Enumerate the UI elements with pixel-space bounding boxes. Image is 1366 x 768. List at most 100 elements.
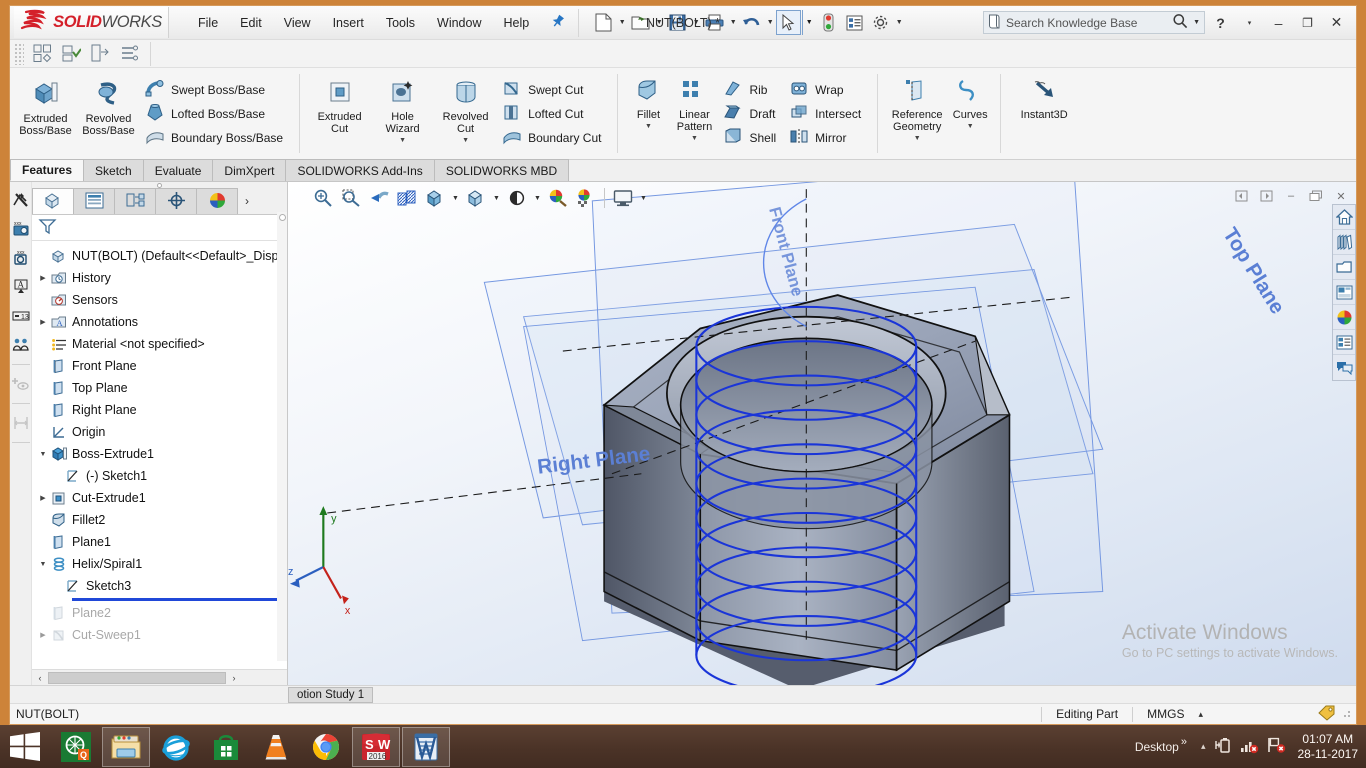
status-units-caret[interactable]: ▴ <box>1198 709 1203 720</box>
fillet-caret[interactable]: ▼ <box>645 123 652 130</box>
intersect-item[interactable]: Intersect <box>786 102 867 126</box>
taskbar-quickheal-icon[interactable]: Q <box>52 727 100 767</box>
revolved-cut-button[interactable]: Revolved Cut ▼ <box>434 70 497 157</box>
feature-filter-bar[interactable] <box>32 215 287 241</box>
file-explorer-icon[interactable] <box>1333 255 1355 280</box>
minimize-button[interactable]: – <box>1265 10 1292 36</box>
more-tabs-chevron-icon[interactable]: › <box>237 188 257 214</box>
minimize-view-button[interactable]: – <box>1280 186 1302 206</box>
print-caret[interactable]: ▼ <box>728 10 738 35</box>
menu-tools[interactable]: Tools <box>375 12 426 34</box>
view-settings-button[interactable] <box>610 185 636 211</box>
extruded-boss-base-button[interactable]: Extruded Boss/Base <box>14 70 77 157</box>
edit-appearance-button[interactable] <box>545 185 571 211</box>
lofted-boss-base-item[interactable]: Lofted Boss/Base <box>142 102 289 126</box>
reference-geometry-button[interactable]: Reference Geometry ▼ <box>886 70 948 157</box>
display-style-caret[interactable]: ▼ <box>491 185 502 211</box>
tree-item-cut-sweep1[interactable]: ▶ Cut-Sweep1 <box>32 624 287 646</box>
rollback-bar[interactable] <box>72 598 277 601</box>
save-button[interactable] <box>665 10 690 35</box>
view-orientation-button[interactable] <box>422 185 448 211</box>
section-view-button[interactable] <box>394 185 420 211</box>
list-settings-icon[interactable] <box>118 43 140 65</box>
print-button[interactable] <box>702 10 727 35</box>
search-knowledge-base-box[interactable]: Search Knowledge Base ▼ <box>983 11 1205 34</box>
new-document-caret[interactable]: ▼ <box>617 10 627 35</box>
tree-item-material[interactable]: Material <not specified> <box>32 333 287 355</box>
taskbar-clock[interactable]: 01:07 AM 28-11-2017 <box>1294 732 1359 762</box>
zoom-to-fit-button[interactable] <box>310 185 336 211</box>
options-list-button[interactable] <box>842 10 867 35</box>
tab-sketch[interactable]: Sketch <box>83 159 144 181</box>
boundary-boss-base-item[interactable]: Boundary Boss/Base <box>142 126 289 150</box>
settings-caret[interactable]: ▼ <box>894 10 904 35</box>
restore-view-button[interactable] <box>1305 186 1327 206</box>
property-manager-tab[interactable] <box>73 188 115 214</box>
boundary-cut-item[interactable]: Boundary Cut <box>499 126 607 150</box>
tree-item-sketch3[interactable]: Sketch3 <box>32 575 287 597</box>
swept-cut-item[interactable]: Swept Cut <box>499 78 607 102</box>
flag-error-icon[interactable] <box>1267 736 1286 757</box>
taskbar-windows-store-icon[interactable] <box>202 727 250 767</box>
shell-item[interactable]: Shell <box>720 126 782 150</box>
tree-item-front-plane[interactable]: Front Plane <box>32 355 287 377</box>
tree-item-sensors[interactable]: Sensors <box>32 289 287 311</box>
curves-caret[interactable]: ▼ <box>967 123 974 130</box>
view-palette-icon[interactable] <box>1333 280 1355 305</box>
dimension-icon[interactable] <box>11 413 31 433</box>
restore-right-button[interactable] <box>1255 186 1277 206</box>
hide-show-items-button[interactable] <box>504 185 530 211</box>
extruded-cut-button[interactable]: Extruded Cut <box>308 70 371 157</box>
swept-boss-base-item[interactable]: Swept Boss/Base <box>142 78 289 102</box>
open-document-button[interactable] <box>628 10 653 35</box>
sketch-suppress-icon[interactable] <box>11 190 31 210</box>
hscroll-left-arrow[interactable]: ‹ <box>32 671 48 685</box>
fillet-button[interactable]: Fillet ▼ <box>626 70 670 157</box>
edit-part-icon[interactable] <box>31 43 53 65</box>
linear-pattern-button[interactable]: Linear Pattern ▼ <box>670 70 718 157</box>
help-caret[interactable]: ▾ <box>1236 10 1263 36</box>
menu-view[interactable]: View <box>273 12 322 34</box>
restore-left-button[interactable] <box>1230 186 1252 206</box>
apply-scene-button[interactable] <box>573 185 599 211</box>
mirror-item[interactable]: Mirror <box>786 126 867 150</box>
tag-icon[interactable] <box>1318 705 1336 724</box>
motion-study-tab[interactable]: otion Study 1 <box>288 687 373 703</box>
appearances-scenes-icon[interactable] <box>1333 305 1355 330</box>
undo-button[interactable] <box>739 10 764 35</box>
wrap-item[interactable]: Wrap <box>786 78 867 102</box>
network-error-icon[interactable] <box>1240 736 1259 757</box>
design-library-home-icon[interactable] <box>1333 205 1355 230</box>
menu-file[interactable]: File <box>187 12 229 34</box>
taskbar-solidworks-2016-icon[interactable]: SW2016 <box>352 727 400 767</box>
tree-horizontal-scrollbar[interactable]: ‹ › <box>32 669 287 685</box>
tree-root[interactable]: NUT(BOLT) (Default<<Default>_Display <box>32 245 287 267</box>
tree-item-fillet2[interactable]: Fillet2 <box>32 509 287 531</box>
export-icon[interactable] <box>89 43 111 65</box>
curves-button[interactable]: Curves ▼ <box>948 70 992 157</box>
menu-edit[interactable]: Edit <box>229 12 273 34</box>
annotation-A-icon[interactable]: A <box>11 277 31 297</box>
graphics-viewport[interactable]: ▼ ▼ ▼ <box>288 182 1356 685</box>
lofted-cut-item[interactable]: Lofted Cut <box>499 102 607 126</box>
configuration-manager-tab[interactable] <box>114 188 156 214</box>
history-arrow[interactable]: ▶ <box>36 274 50 282</box>
check-sketch-icon[interactable] <box>60 43 82 65</box>
dimxpert-manager-tab[interactable] <box>155 188 197 214</box>
open-document-caret[interactable]: ▼ <box>654 10 664 35</box>
search-input[interactable]: Search Knowledge Base <box>1006 16 1167 30</box>
usb-battery-icon[interactable] <box>1214 736 1232 757</box>
display-manager-tab[interactable] <box>196 188 238 214</box>
hole-wizard-button[interactable]: Hole Wizard ▼ <box>371 70 434 157</box>
hide-show-icon[interactable] <box>11 374 31 394</box>
pin-icon[interactable] <box>546 11 567 33</box>
previous-view-button[interactable] <box>366 185 392 211</box>
hscroll-thumb[interactable] <box>48 672 226 684</box>
menu-insert[interactable]: Insert <box>322 12 375 34</box>
hole-wizard-caret[interactable]: ▼ <box>399 137 406 144</box>
appearances-people-icon[interactable] <box>11 335 31 355</box>
display-state-icon[interactable]: 13 <box>11 306 31 326</box>
taskbar-word-icon[interactable] <box>402 727 450 767</box>
help-button[interactable]: ? <box>1207 10 1234 36</box>
tree-item-cut-extrude1[interactable]: ▶ Cut-Extrude1 <box>32 487 287 509</box>
